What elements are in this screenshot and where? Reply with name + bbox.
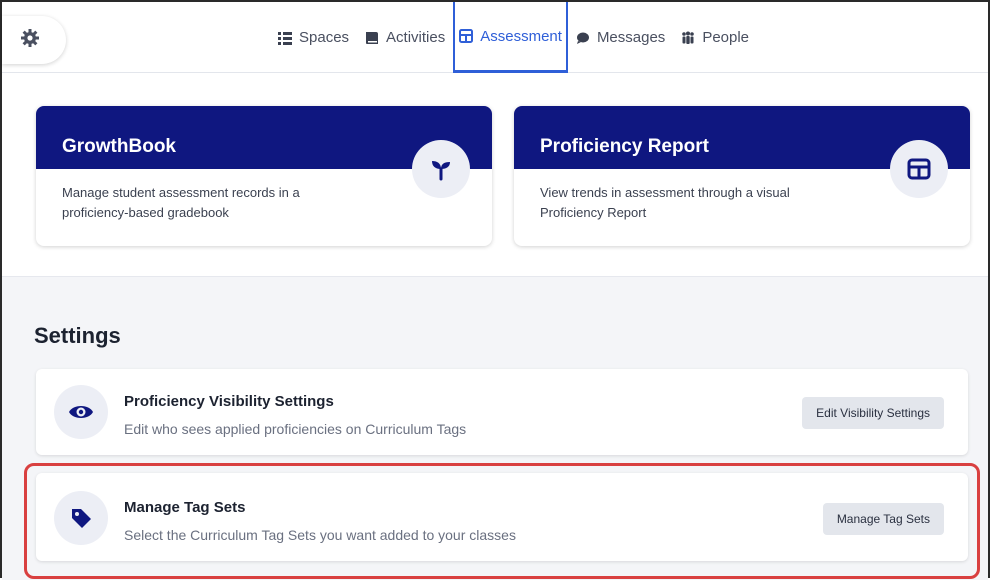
- manage-tag-sets-button[interactable]: Manage Tag Sets: [822, 503, 944, 535]
- nav-item-people[interactable]: People: [673, 2, 757, 73]
- tag-icon: [54, 491, 108, 545]
- sprout-icon: [412, 140, 470, 198]
- settings-heading: Settings: [34, 323, 121, 348]
- settings-section: Settings Proficiency Visibility Settings…: [2, 277, 988, 580]
- nav-label-people: People: [702, 29, 750, 46]
- nav-label-messages: Messages: [596, 29, 666, 46]
- chat-icon: [576, 31, 590, 45]
- row-title: Manage Tag Sets: [124, 499, 246, 516]
- main-nav: Spaces Activities Assessment Messages Pe…: [270, 2, 757, 73]
- list-icon: [278, 31, 292, 45]
- nav-item-activities[interactable]: Activities: [357, 2, 453, 73]
- growthbook-card[interactable]: GrowthBook Manage student assessment rec…: [36, 106, 492, 246]
- manage-tag-sets-row: Manage Tag Sets Select the Curriculum Ta…: [36, 473, 968, 561]
- top-navigation-bar: Spaces Activities Assessment Messages Pe…: [2, 2, 988, 73]
- app-window: Spaces Activities Assessment Messages Pe…: [0, 0, 990, 580]
- nav-item-messages[interactable]: Messages: [568, 2, 673, 73]
- row-description: Edit who sees applied proficiencies on C…: [124, 421, 467, 437]
- row-title: Proficiency Visibility Settings: [124, 393, 334, 410]
- people-icon: [681, 31, 695, 45]
- row-description: Select the Curriculum Tag Sets you want …: [124, 527, 516, 543]
- nav-item-spaces[interactable]: Spaces: [270, 2, 357, 73]
- proficiency-report-card[interactable]: Proficiency Report View trends in assess…: [514, 106, 970, 246]
- settings-gear-button[interactable]: [2, 16, 66, 64]
- card-description: Manage student assessment records in a p…: [62, 185, 300, 220]
- proficiency-visibility-row: Proficiency Visibility Settings Edit who…: [36, 369, 968, 455]
- table-icon: [459, 29, 474, 43]
- nav-label-activities: Activities: [386, 29, 446, 46]
- edit-visibility-settings-button[interactable]: Edit Visibility Settings: [802, 397, 944, 429]
- book-icon: [365, 31, 379, 45]
- nav-label-spaces: Spaces: [299, 29, 350, 46]
- nav-label-assessment: Assessment: [480, 27, 562, 45]
- table-icon: [890, 140, 948, 198]
- card-description: View trends in assessment through a visu…: [540, 185, 790, 220]
- nav-item-assessment[interactable]: Assessment: [453, 2, 568, 73]
- assessment-cards-section: GrowthBook Manage student assessment rec…: [2, 73, 988, 277]
- gear-icon: [20, 28, 40, 53]
- eye-icon: [54, 385, 108, 439]
